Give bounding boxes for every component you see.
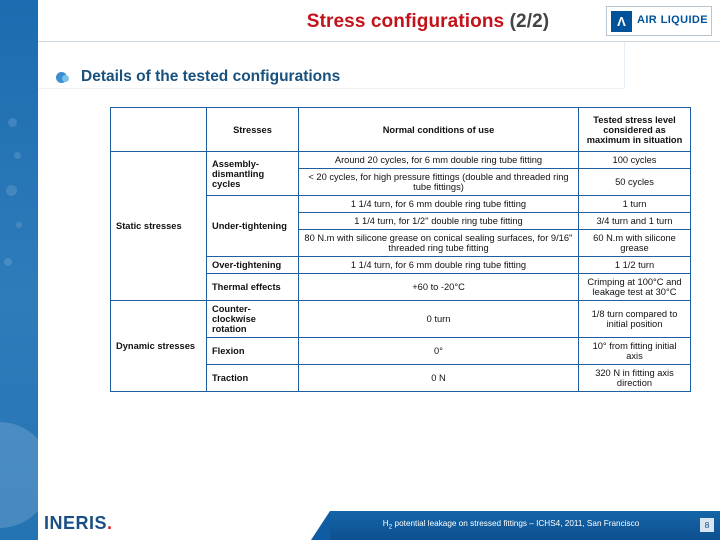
level-cell: 1 turn <box>578 195 691 213</box>
condition-cell: 0 turn <box>298 300 579 338</box>
condition-cell: 80 N.m with silicone grease on conical s… <box>298 229 579 257</box>
condition-cell: 1 1/4 turn, for 6 mm double ring tube fi… <box>298 195 579 213</box>
footer-bar: H2 potential leakage on stressed fitting… <box>311 511 720 540</box>
level-cell: 50 cycles <box>578 168 691 196</box>
air-liquide-logo-mark: Λ <box>611 10 632 32</box>
band-dot-4 <box>16 222 22 228</box>
level-cell: 100 cycles <box>578 151 691 169</box>
ineris-logo-dot: . <box>107 513 113 533</box>
group-label-flexion: Flexion <box>206 337 299 365</box>
page-title-suffix: (2/2) <box>509 11 550 32</box>
page-number-badge: 8 <box>700 518 714 532</box>
header-horizontal-guide <box>38 88 624 89</box>
level-cell: 10° from fitting initial axis <box>578 337 691 365</box>
configurations-table: Stresses Normal conditions of use Tested… <box>110 107 691 392</box>
level-cell: 60 N.m with silicone grease <box>578 229 691 257</box>
section-heading-row: Details of the tested configurations <box>56 68 340 86</box>
table-row: Static stresses Assembly-dismantling cyc… <box>110 151 691 301</box>
condition-cell: +60 to -20°C <box>298 273 579 301</box>
level-cell: 3/4 turn and 1 turn <box>578 212 691 230</box>
ineris-logo-text: INERIS <box>44 513 108 533</box>
condition-cell: < 20 cycles, for high pressure fittings … <box>298 168 579 196</box>
slide-footer: INERIS. H2 potential leakage on stressed… <box>0 507 720 540</box>
condition-cell: Around 20 cycles, for 6 mm double ring t… <box>298 151 579 169</box>
header-tested-level: Tested stress level considered as maximu… <box>578 107 691 152</box>
condition-cell: 1 1/4 turn, for 6 mm double ring tube fi… <box>298 256 579 274</box>
ineris-logo: INERIS. <box>44 513 113 534</box>
table-row: Dynamic stresses Counter-clockwise rotat… <box>110 300 691 392</box>
condition-cell: 1 1/4 turn, for 1/2'' double ring tube f… <box>298 212 579 230</box>
condition-cell: 0° <box>298 337 579 365</box>
left-decorative-band <box>0 0 38 540</box>
band-dot-3 <box>6 185 17 196</box>
footer-note: H2 potential leakage on stressed fitting… <box>330 519 692 531</box>
band-dot-2 <box>14 152 21 159</box>
header-divider <box>38 41 720 42</box>
level-cell: 1/8 turn compared to initial position <box>578 300 691 338</box>
header-vertical-guide <box>624 42 625 88</box>
level-cell: 320 N in fitting axis direction <box>578 364 691 392</box>
condition-cell: 0 N <box>298 364 579 392</box>
category-dynamic-stresses: Dynamic stresses <box>110 300 207 392</box>
slide-header: Stress configurations (2/2) Λ AIR LIQUID… <box>38 0 720 42</box>
band-dot-5 <box>4 258 12 266</box>
header-normal-conditions: Normal conditions of use <box>298 107 579 152</box>
page-title: Stress configurations (2/2) <box>198 11 658 33</box>
group-label-under-tightening: Under-tightening <box>206 195 299 257</box>
category-static-stresses: Static stresses <box>110 151 207 301</box>
level-cell: 1 1/2 turn <box>578 256 691 274</box>
page-title-main: Stress configurations <box>306 11 505 32</box>
header-blank <box>110 107 207 152</box>
section-heading: Details of the tested configurations <box>81 68 341 85</box>
header-stresses: Stresses <box>206 107 299 152</box>
air-liquide-logo: Λ AIR LIQUIDE <box>606 6 712 36</box>
level-cell: Crimping at 100°C and leakage test at 30… <box>578 273 691 301</box>
group-label-over-tightening: Over-tightening <box>206 256 299 274</box>
group-label-counter-clockwise: Counter-clockwise rotation <box>206 300 299 338</box>
band-dot-1 <box>8 118 17 127</box>
group-label-traction: Traction <box>206 364 299 392</box>
group-label-assembly: Assembly-dismantling cycles <box>206 151 299 196</box>
table-header-row: Stresses Normal conditions of use Tested… <box>110 107 691 152</box>
bullet-dot-icon <box>56 71 71 84</box>
group-label-thermal-effects: Thermal effects <box>206 273 299 301</box>
footer-note-post: potential leakage on stressed fittings –… <box>392 519 640 528</box>
air-liquide-logo-text: AIR LIQUIDE <box>637 14 709 27</box>
